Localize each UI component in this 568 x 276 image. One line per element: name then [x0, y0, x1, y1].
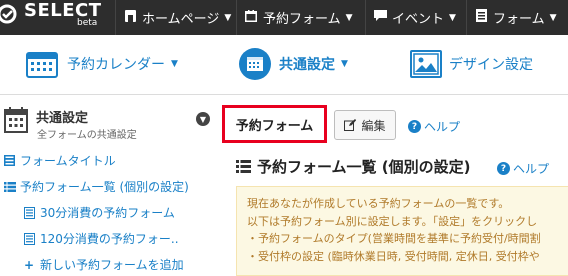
grid-icon — [4, 155, 16, 166]
question-icon: ? — [408, 120, 421, 133]
topnav-form[interactable]: フォーム ▼ — [466, 0, 568, 35]
calendar-circle-icon — [239, 48, 271, 80]
subtab-reservation-calendar[interactable]: 予約カレンダー ▼ — [26, 45, 178, 83]
topnav-event-label: イベント — [392, 12, 445, 27]
subtab-common-settings[interactable]: 共通設定 ▼ — [239, 45, 348, 83]
form-doc-icon — [24, 206, 36, 219]
logo-beta-label: beta — [77, 18, 98, 28]
topnav-homepage[interactable]: ホームページ ▼ — [115, 0, 233, 35]
sidebar-item-30min-form[interactable]: 30分消費の予約フォーム — [24, 204, 175, 221]
sidebar-item-add-form[interactable]: + 新しい予約フォームを追加 — [24, 256, 184, 273]
edit-button[interactable]: 編集 — [334, 110, 396, 140]
chevron-down-icon: ▼ — [345, 12, 353, 23]
sub-navbar: 予約カレンダー ▼ 共通設定 ▼ デザイン設定 — [0, 35, 568, 95]
question-icon: ? — [497, 162, 510, 175]
sidebar-item-120min-form[interactable]: 120分消費の予約フォー.. — [24, 230, 179, 247]
calendar-icon — [244, 9, 258, 26]
chevron-down-icon: ▼ — [449, 12, 456, 23]
notice-line: ・予約フォームのタイプ(営業時間を基準に予約受付/時間割 — [247, 232, 541, 245]
section-title: 予約フォーム一覧 (個別の設定) — [236, 156, 471, 177]
top-navbar: SELECT beta ホームページ ▼ 予約フォーム ▼ イベント ▼ フォー… — [0, 0, 568, 35]
sidebar-item-label: 予約フォーム一覧 (個別の設定) — [20, 180, 189, 194]
sidebar-item-label: 120分消費の予約フォー.. — [40, 232, 179, 246]
help-link[interactable]: ? ヘルプ — [408, 118, 460, 135]
chevron-down-icon: ▼ — [341, 59, 348, 69]
topnav-form-label: フォーム — [493, 12, 545, 27]
help-link-label: ヘルプ — [424, 120, 461, 134]
edit-button-label: 編集 — [361, 118, 386, 133]
topnav-reservation-label: 予約フォーム — [263, 12, 341, 27]
notice-line: ・受付枠の設定 (臨時休業日時, 受付時間, 定休日, 受付枠や — [247, 249, 540, 263]
topnav-homepage-label: ホームページ — [142, 12, 220, 27]
subtab-common-settings-label: 共通設定 — [279, 57, 335, 73]
chevron-down-icon: ▼ — [199, 114, 207, 124]
info-notice: 現在あなたが作成している予約フォームの一覧です。 以下は予約フォーム別に設定しま… — [236, 186, 568, 276]
form-icon — [474, 9, 488, 26]
chevron-down-icon: ▼ — [549, 12, 557, 23]
calendar-icon — [4, 107, 28, 133]
home-icon — [123, 9, 137, 26]
list-icon — [236, 160, 251, 173]
section-help-label: ヘルプ — [513, 162, 550, 176]
app-logo[interactable]: SELECT beta — [0, 0, 110, 35]
chevron-down-icon: ▼ — [171, 59, 178, 69]
sidebar-title: 共通設定 — [36, 111, 89, 126]
sidebar-item-label: 30分消費の予約フォーム — [40, 206, 175, 220]
topnav-reservation-form[interactable]: 予約フォーム ▼ — [236, 0, 364, 35]
sidebar-item-label: フォームタイトル — [20, 154, 116, 168]
section-title-text: 予約フォーム一覧 (個別の設定) — [257, 158, 471, 176]
calendar-grid-icon — [26, 52, 58, 78]
form-name-chip: 予約フォーム — [222, 105, 327, 143]
image-icon — [410, 50, 442, 78]
section-help-link[interactable]: ? ヘルプ — [497, 160, 549, 177]
notice-line: 以下は予約フォーム別に設定します。「設定」をクリックし — [247, 214, 538, 228]
sidebar-item-label: 新しい予約フォームを追加 — [40, 258, 184, 272]
topnav-event[interactable]: イベント ▼ — [365, 0, 463, 35]
chevron-down-icon: ▼ — [224, 12, 232, 23]
notice-line: 現在あなたが作成している予約フォームの一覧です。 — [247, 197, 510, 210]
subtab-design-settings[interactable]: デザイン設定 — [410, 45, 533, 83]
plus-icon: + — [24, 257, 35, 272]
sidebar-item-form-list[interactable]: 予約フォーム一覧 (個別の設定) — [4, 178, 189, 195]
list-icon — [4, 181, 16, 192]
sidebar-collapse-toggle[interactable]: ▼ — [196, 112, 210, 126]
logo-mark-icon — [0, 4, 17, 24]
sidebar-item-form-title[interactable]: フォームタイトル — [4, 152, 116, 169]
sidebar-subtitle: 全フォームの共通設定 — [37, 130, 137, 141]
sidebar: 共通設定 全フォームの共通設定 ▼ フォームタイトル 予約フォーム一覧 (個別の… — [0, 96, 220, 273]
form-doc-icon — [24, 232, 36, 245]
subtab-design-settings-label: デザイン設定 — [449, 57, 533, 73]
subtab-reservation-calendar-label: 予約カレンダー — [67, 57, 165, 73]
chat-icon — [373, 9, 387, 26]
edit-icon — [344, 119, 357, 131]
